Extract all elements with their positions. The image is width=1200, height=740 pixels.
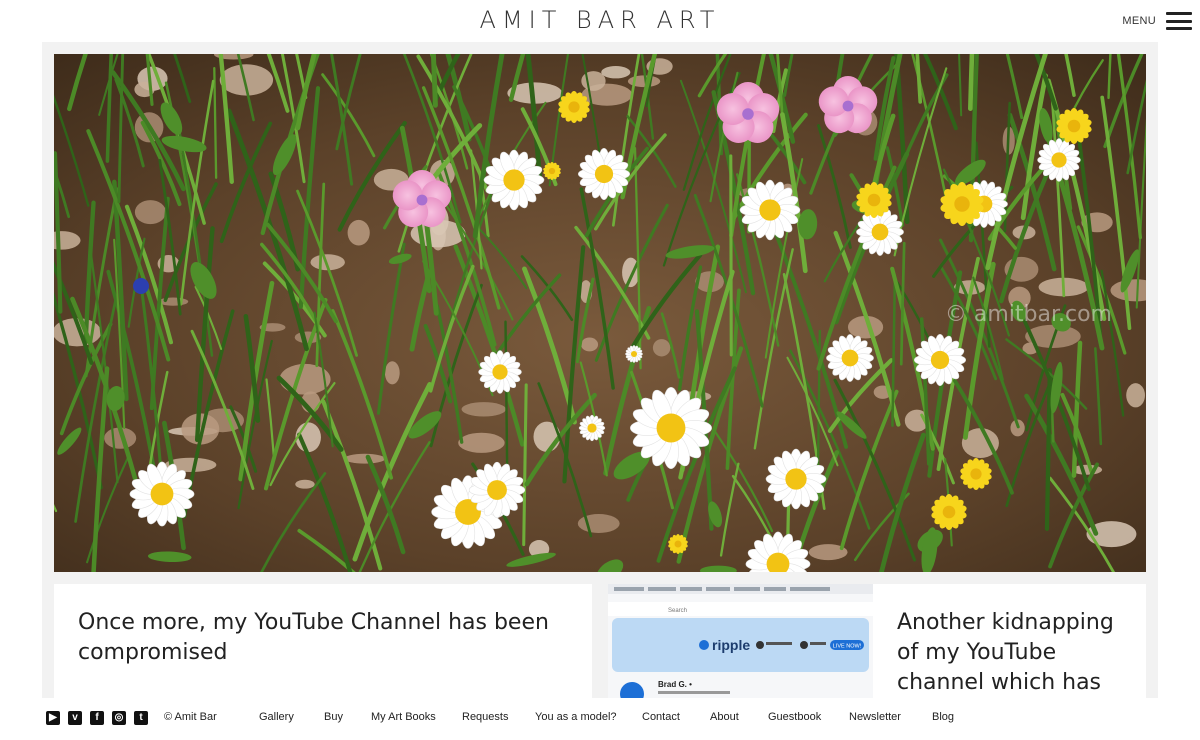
footer-link-contact[interactable]: Contact (642, 711, 680, 723)
thumb-channel-name: Brad G. • (658, 680, 692, 689)
footer-link-you-as-a-model[interactable]: You as a model? (535, 711, 617, 723)
watermark: © amitbar.com (945, 302, 1112, 327)
post-title[interactable]: Another kidnapping of my YouTube channel… (897, 608, 1127, 698)
daisy-flower (478, 350, 522, 394)
post-title[interactable]: Once more, my YouTube Channel has been c… (78, 608, 568, 668)
site-title[interactable]: AMIT BAR ART (0, 6, 1200, 34)
footer-link-about[interactable]: About (710, 711, 739, 723)
post-card-kidnapping[interactable]: Search ripple LIVE NOW! Brad G. • Anothe… (608, 584, 1146, 698)
instagram-icon[interactable]: ◎ (112, 711, 126, 725)
menu-label: MENU (1122, 15, 1156, 27)
site-header: AMIT BAR ART MENU (0, 0, 1200, 42)
footer-link-requests[interactable]: Requests (462, 711, 508, 723)
daisy-flower (483, 149, 545, 211)
thumb-search-text: Search (668, 608, 687, 614)
copyright: © Amit Bar (164, 711, 217, 723)
daisy-flower (765, 448, 827, 510)
social-links: ▶ v f ◎ t (46, 711, 148, 725)
daisy-flower (129, 461, 195, 527)
twitter-icon[interactable]: t (134, 711, 148, 725)
footer-link-my-art-books[interactable]: My Art Books (371, 711, 436, 723)
daisy-flower (1037, 138, 1081, 182)
footer-link-buy[interactable]: Buy (324, 711, 343, 723)
youtube-icon[interactable]: ▶ (46, 711, 60, 725)
thumb-live-badge: LIVE NOW! (833, 644, 862, 650)
post-card-youtube-compromised[interactable]: Once more, my YouTube Channel has been c… (54, 584, 592, 698)
site-footer: ▶ v f ◎ t © Amit Bar Gallery Buy My Art Books R… (0, 698, 1200, 740)
daisy-flower (578, 148, 630, 200)
footer-link-guestbook[interactable]: Guestbook (768, 711, 821, 723)
thumb-search-bar (608, 602, 873, 616)
facebook-icon[interactable]: f (90, 711, 104, 725)
thumb-brand: ripple (712, 637, 750, 653)
post-thumbnail[interactable]: Search ripple LIVE NOW! Brad G. • (608, 584, 873, 698)
blue-flower (133, 278, 149, 294)
daisy-flower (630, 387, 712, 469)
vimeo-icon[interactable]: v (68, 711, 82, 725)
hamburger-icon (1166, 12, 1192, 30)
daisy-flower (468, 461, 526, 519)
footer-link-newsletter[interactable]: Newsletter (849, 711, 901, 723)
footer-link-gallery[interactable]: Gallery (259, 711, 294, 723)
footer-link-blog[interactable]: Blog (932, 711, 954, 723)
daisy-flower (625, 345, 643, 363)
menu-button[interactable]: MENU (1122, 12, 1192, 30)
daisy-flower (739, 179, 801, 241)
daisy-flower (914, 334, 966, 386)
daisy-flower (578, 414, 606, 442)
daisy-flower (826, 334, 874, 382)
hero-image[interactable]: © amitbar.com (54, 54, 1146, 572)
